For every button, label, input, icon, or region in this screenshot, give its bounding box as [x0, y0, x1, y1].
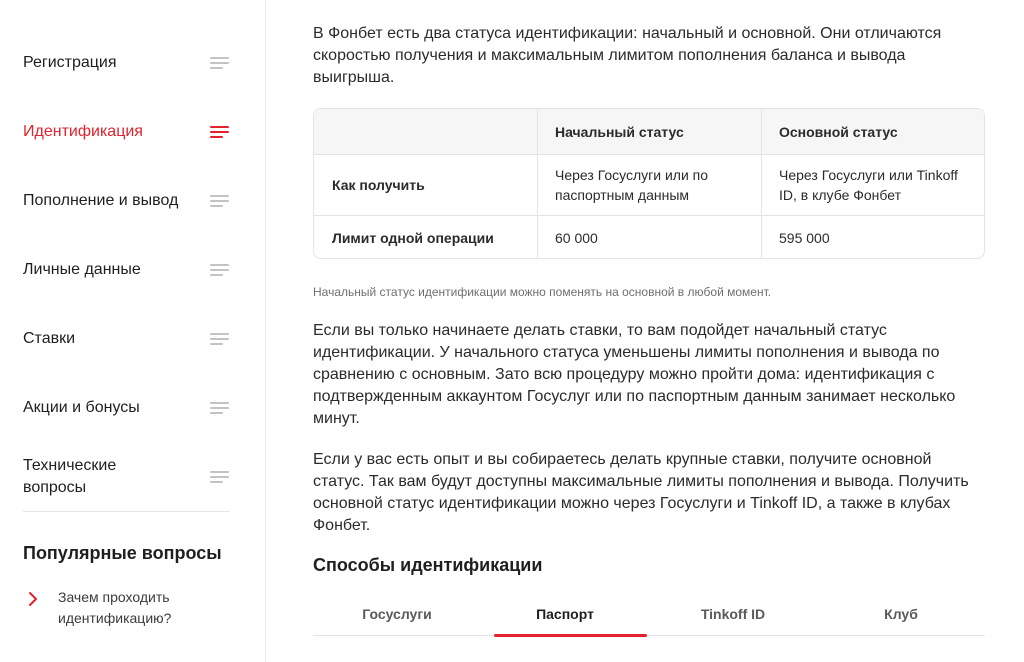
sidebar-item-label: Регистрация — [23, 54, 117, 71]
menu-lines-icon — [210, 471, 229, 483]
table-row-label: Лимит одной операции — [332, 229, 494, 246]
chevron-right-icon — [29, 592, 37, 606]
identification-methods-tabs: Госуслуги Паспорт Tinkoff ID Клуб — [313, 593, 985, 637]
table-row: Лимит одной операции 60 000 595 000 — [314, 215, 984, 258]
beginner-paragraph: Если вы только начинаете делать ставки, … — [313, 322, 956, 427]
menu-lines-icon — [210, 264, 229, 276]
menu-lines-icon — [210, 195, 229, 207]
table-row-label: Как получить — [332, 177, 425, 193]
table-cell: 60 000 — [537, 216, 761, 258]
menu-lines-icon — [210, 57, 229, 69]
tab-passport[interactable]: Паспорт — [481, 593, 649, 637]
menu-lines-icon — [210, 333, 229, 345]
table-header-row: Начальный статус Основной статус — [314, 109, 984, 154]
sidebar-item-deposit-withdrawal[interactable]: Пополнение и вывод — [23, 179, 230, 223]
sidebar-item-label: Идентификация — [23, 123, 143, 140]
sidebar-item-promotions[interactable]: Акции и бонусы — [23, 386, 230, 430]
status-comparison-table: Начальный статус Основной статус Как пол… — [313, 108, 985, 259]
identification-methods-title: Способы идентификации — [313, 555, 543, 575]
tab-gosuslugi[interactable]: Госуслуги — [313, 593, 481, 635]
sidebar-item-personal-data[interactable]: Личные данные — [23, 248, 230, 292]
table-cell: Через Госуслуги или по паспортным данным — [537, 155, 761, 215]
tab-club[interactable]: Клуб — [817, 593, 985, 635]
sidebar-item-label: Технические вопросы — [23, 457, 117, 496]
sidebar-divider — [23, 511, 230, 512]
table-row: Как получить Через Госуслуги или по пасп… — [314, 154, 984, 215]
table-cell: Через Госуслуги или Tinkoff ID, в клубе … — [761, 155, 984, 215]
popular-questions-title: Популярные вопросы — [23, 543, 222, 563]
table-cell: 595 000 — [761, 216, 984, 258]
sidebar-item-label: Пополнение и вывод — [23, 192, 179, 209]
menu-lines-icon — [210, 402, 229, 414]
sidebar-item-technical[interactable]: Технические вопросы — [23, 455, 230, 499]
sidebar: Регистрация Идентификация Пополнение и в… — [0, 0, 266, 662]
sidebar-item-bets[interactable]: Ставки — [23, 317, 230, 361]
table-header-cell — [314, 109, 537, 154]
tab-tinkoff-id[interactable]: Tinkoff ID — [649, 593, 817, 635]
popular-question-label: Зачем проходить идентификацию? — [58, 589, 172, 626]
menu-lines-icon — [210, 126, 229, 138]
intro-paragraph: В Фонбет есть два статуса идентификации:… — [313, 25, 942, 86]
sidebar-item-label: Личные данные — [23, 261, 141, 278]
popular-question-link[interactable]: Зачем проходить идентификацию? — [23, 587, 230, 629]
sidebar-item-label: Акции и бонусы — [23, 399, 140, 416]
sidebar-item-identification[interactable]: Идентификация — [23, 110, 230, 154]
sidebar-item-registration[interactable]: Регистрация — [23, 41, 230, 85]
table-note: Начальный статус идентификации можно пом… — [313, 285, 772, 299]
table-header-cell: Начальный статус — [537, 109, 761, 154]
experienced-paragraph: Если у вас есть опыт и вы собираетесь де… — [313, 451, 969, 534]
sidebar-item-label: Ставки — [23, 330, 76, 347]
table-header-cell: Основной статус — [761, 109, 984, 154]
